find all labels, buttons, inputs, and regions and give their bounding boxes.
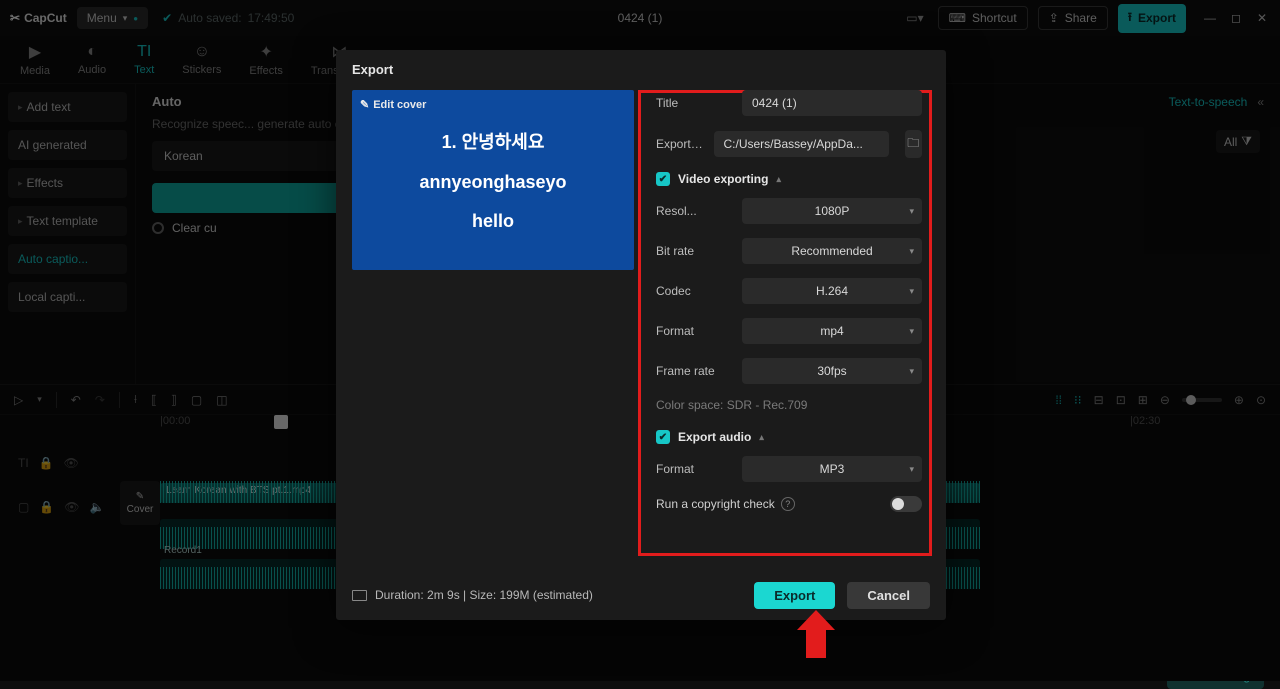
help-icon[interactable]: ? <box>781 497 795 511</box>
audio-format-select[interactable]: MP3▾ <box>742 456 922 482</box>
bitrate-select[interactable]: Recommended▾ <box>742 238 922 264</box>
pencil-icon: ✎ <box>360 98 369 111</box>
film-icon <box>352 590 367 601</box>
copyright-toggle[interactable] <box>890 496 922 512</box>
duration-info: Duration: 2m 9s | Size: 199M (estimated) <box>352 588 593 602</box>
export-dialog-title: Export <box>336 50 946 90</box>
title-label: Title <box>656 96 732 110</box>
cover-line-3: hello <box>472 211 514 232</box>
chevron-down-icon: ▾ <box>909 366 914 377</box>
colorspace-text: Color space: SDR - Rec.709 <box>656 398 922 412</box>
cover-line-2: annyeonghaseyo <box>419 172 566 193</box>
format-select[interactable]: mp4▾ <box>742 318 922 344</box>
export-dialog: Export ✎Edit cover 1. 안녕하세요 annyeonghase… <box>336 50 946 620</box>
checkbox-icon: ✔ <box>656 430 670 444</box>
checkbox-icon: ✔ <box>656 172 670 186</box>
chevron-down-icon: ▾ <box>909 246 914 257</box>
chevron-down-icon: ▾ <box>909 464 914 475</box>
format-label: Format <box>656 324 732 338</box>
export-audio-section[interactable]: ✔ Export audio ▴ <box>656 430 922 444</box>
browse-folder-button[interactable]: 🗀 <box>905 130 923 158</box>
resolution-select[interactable]: 1080P▾ <box>742 198 922 224</box>
codec-select[interactable]: H.264▾ <box>742 278 922 304</box>
folder-icon: 🗀 <box>907 134 919 155</box>
chevron-up-icon: ▴ <box>776 174 781 185</box>
video-exporting-section[interactable]: ✔ Video exporting ▴ <box>656 172 922 186</box>
cancel-button[interactable]: Cancel <box>847 582 930 609</box>
chevron-up-icon: ▴ <box>759 432 764 443</box>
chevron-down-icon: ▾ <box>909 206 914 217</box>
exportto-label: Export to <box>656 137 704 151</box>
edit-cover-button[interactable]: ✎Edit cover <box>360 98 426 111</box>
export-path-input[interactable] <box>714 131 889 157</box>
framerate-select[interactable]: 30fps▾ <box>742 358 922 384</box>
chevron-down-icon: ▾ <box>909 326 914 337</box>
cover-line-1: 1. 안녕하세요 <box>442 128 545 154</box>
resolution-label: Resol... <box>656 204 732 218</box>
cover-preview: ✎Edit cover 1. 안녕하세요 annyeonghaseyo hell… <box>352 90 634 270</box>
audio-format-label: Format <box>656 462 732 476</box>
bitrate-label: Bit rate <box>656 244 732 258</box>
framerate-label: Frame rate <box>656 364 732 378</box>
chevron-down-icon: ▾ <box>909 286 914 297</box>
export-button[interactable]: Export <box>754 582 835 609</box>
codec-label: Codec <box>656 284 732 298</box>
title-input[interactable] <box>742 90 922 116</box>
copyright-label: Run a copyright check <box>656 497 775 511</box>
